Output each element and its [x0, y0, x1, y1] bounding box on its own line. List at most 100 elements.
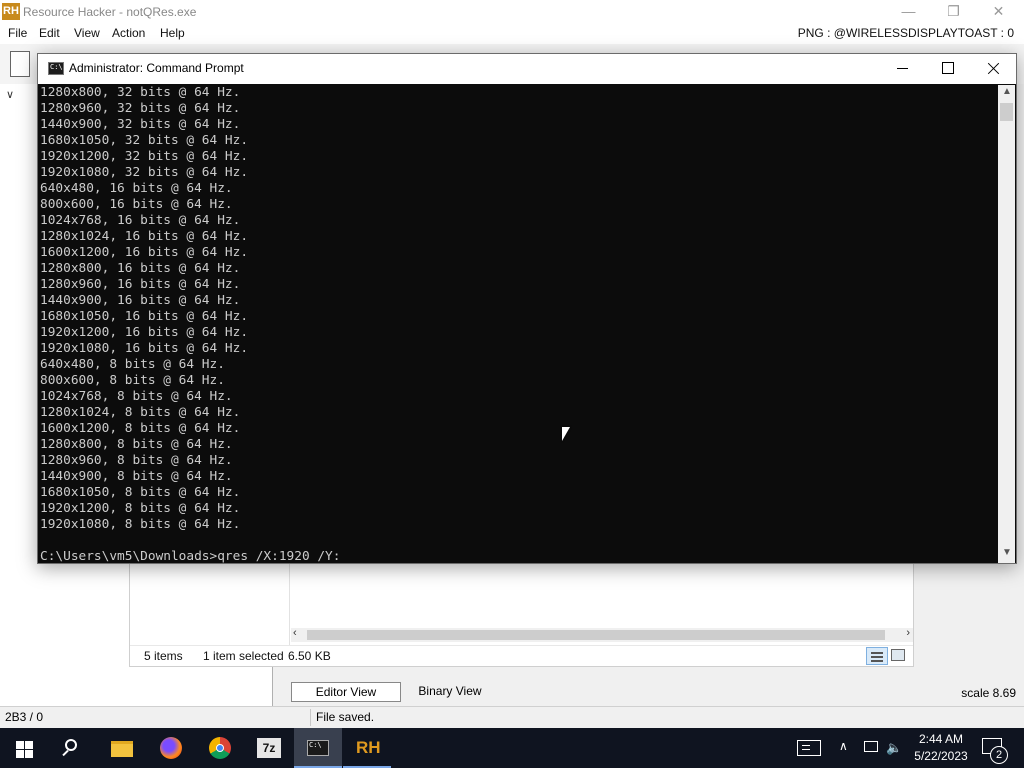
- tree-expand-chevron-icon[interactable]: ∨: [6, 88, 14, 101]
- file-explorer-button[interactable]: [98, 728, 146, 768]
- resource-hacker-menubar: File Edit View Action Help PNG : @WIRELE…: [0, 24, 1024, 44]
- resource-label: PNG : @WIRELESSDISPLAYTOAST : 0: [797, 26, 1014, 40]
- scale-readout: scale 8.69: [961, 686, 1016, 700]
- 7zip-button[interactable]: 7z: [245, 728, 293, 768]
- explorer-item-count: 5 items: [144, 649, 183, 663]
- console-line: 1280x960, 16 bits @ 64 Hz.: [40, 277, 241, 292]
- start-icon: [16, 741, 24, 749]
- command-prompt-title: Administrator: Command Prompt: [69, 61, 244, 75]
- start-button[interactable]: [0, 728, 48, 768]
- chrome-button[interactable]: [196, 728, 244, 768]
- console-line: 1024x768, 8 bits @ 64 Hz.: [40, 389, 233, 404]
- clock[interactable]: 2:44 AM 5/22/2023: [908, 731, 974, 765]
- console-line: 800x600, 8 bits @ 64 Hz.: [40, 373, 225, 388]
- news-and-interests-icon[interactable]: [797, 740, 821, 756]
- console-output[interactable]: 1280x800, 32 bits @ 64 Hz. 1280x960, 32 b…: [40, 85, 998, 563]
- console-line: 1920x1080, 16 bits @ 64 Hz.: [40, 341, 249, 356]
- file-explorer-icon: [111, 741, 133, 757]
- console-line: 1920x1200, 16 bits @ 64 Hz.: [40, 325, 249, 340]
- editor-tab-strip: Editor View Binary View scale 8.69: [274, 680, 1024, 706]
- console-line: 1680x1050, 16 bits @ 64 Hz.: [40, 309, 249, 324]
- console-line: 1024x768, 16 bits @ 64 Hz.: [40, 213, 241, 228]
- status-divider: [310, 709, 311, 726]
- explorer-horizontal-scrollbar[interactable]: ‹ ›: [291, 627, 913, 642]
- taskbar: 7z C:\ RH ∧ 🔈 2:44 AM 5/22/2023 2: [0, 728, 1024, 768]
- clock-time: 2:44 AM: [918, 732, 964, 746]
- console-line: 1920x1080, 8 bits @ 64 Hz.: [40, 517, 241, 532]
- console-line: 1440x900, 16 bits @ 64 Hz.: [40, 293, 241, 308]
- explorer-selection-size: 6.50 KB: [288, 649, 331, 663]
- rh-minimize-button[interactable]: —: [886, 0, 931, 24]
- command-prompt-titlebar[interactable]: C:\ Administrator: Command Prompt: [38, 54, 1016, 84]
- command-prompt-window[interactable]: C:\ Administrator: Command Prompt 1280x8…: [37, 53, 1017, 564]
- console-line: 1440x900, 8 bits @ 64 Hz.: [40, 469, 233, 484]
- search-button[interactable]: [48, 728, 96, 768]
- console-line: 1440x900, 32 bits @ 64 Hz.: [40, 117, 241, 132]
- resource-hacker-taskbar-button[interactable]: RH: [343, 728, 391, 768]
- new-document-icon[interactable]: [10, 51, 30, 77]
- console-line: 1920x1080, 32 bits @ 64 Hz.: [40, 165, 249, 180]
- command-prompt-taskbar-button[interactable]: C:\: [294, 728, 342, 768]
- show-hidden-icons-chevron-icon[interactable]: ∧: [839, 739, 848, 753]
- console-line: 640x480, 16 bits @ 64 Hz.: [40, 181, 233, 196]
- tab-binary-view[interactable]: Binary View: [405, 682, 495, 702]
- console-line: 1920x1200, 32 bits @ 64 Hz.: [40, 149, 249, 164]
- scroll-left-icon[interactable]: ‹: [293, 627, 297, 639]
- large-icons-view-icon[interactable]: [891, 649, 905, 661]
- status-position: 2B3 / 0: [5, 710, 44, 724]
- console-line: C:\Users\vm5\Downloads>qres /X:1920 /Y:: [40, 549, 341, 563]
- console-line: 1280x1024, 16 bits @ 64 Hz.: [40, 229, 249, 244]
- cmd-maximize-button[interactable]: [925, 54, 971, 84]
- scroll-right-icon[interactable]: ›: [906, 627, 910, 639]
- console-line: 1280x960, 32 bits @ 64 Hz.: [40, 101, 241, 116]
- notification-count-badge: 2: [990, 746, 1008, 764]
- scrollbar-thumb[interactable]: [307, 630, 885, 640]
- embedded-explorer-window: ‹ › 5 items 1 item selected 6.50 KB: [129, 560, 914, 667]
- command-prompt-icon: C:\: [48, 62, 64, 75]
- rh-restore-button[interactable]: ❐: [931, 0, 976, 24]
- console-vertical-scrollbar[interactable]: ▲ ▼: [998, 85, 1015, 563]
- menu-help[interactable]: Help: [160, 26, 185, 40]
- mouse-pointer-icon: [562, 427, 570, 441]
- console-line: 1680x1050, 32 bits @ 64 Hz.: [40, 133, 249, 148]
- resource-hacker-icon: RH: [356, 738, 381, 757]
- menu-file[interactable]: File: [8, 26, 27, 40]
- details-view-icon[interactable]: [866, 647, 888, 665]
- cmd-minimize-button[interactable]: [879, 54, 925, 84]
- scroll-down-icon[interactable]: ▼: [1002, 547, 1012, 558]
- console-scrollbar-thumb[interactable]: [1000, 103, 1013, 121]
- command-prompt-taskbar-icon: C:\: [307, 740, 329, 756]
- explorer-selection: 1 item selected: [203, 649, 284, 663]
- console-line: 1920x1200, 8 bits @ 64 Hz.: [40, 501, 241, 516]
- firefox-icon: [160, 737, 182, 759]
- console-line: 1600x1200, 8 bits @ 64 Hz.: [40, 421, 241, 436]
- explorer-statusbar: 5 items 1 item selected 6.50 KB: [130, 645, 913, 666]
- console-line: 1280x800, 32 bits @ 64 Hz.: [40, 85, 241, 100]
- clock-date: 5/22/2023: [914, 749, 968, 763]
- console-line: 1680x1050, 8 bits @ 64 Hz.: [40, 485, 241, 500]
- console-line: 1600x1200, 16 bits @ 64 Hz.: [40, 245, 249, 260]
- rh-close-button[interactable]: ✕: [976, 0, 1021, 24]
- volume-icon[interactable]: 🔈: [886, 740, 902, 756]
- firefox-button[interactable]: [147, 728, 195, 768]
- console-line: 1280x800, 16 bits @ 64 Hz.: [40, 261, 241, 276]
- console-line: 800x600, 16 bits @ 64 Hz.: [40, 197, 233, 212]
- console-line: 1280x1024, 8 bits @ 64 Hz.: [40, 405, 241, 420]
- tab-editor-view[interactable]: Editor View: [291, 682, 401, 702]
- console-line: 1280x960, 8 bits @ 64 Hz.: [40, 453, 233, 468]
- resource-hacker-statusbar: 2B3 / 0 File saved.: [0, 706, 1024, 728]
- 7zip-icon: 7z: [257, 738, 281, 758]
- cmd-close-button[interactable]: [970, 54, 1016, 84]
- network-icon[interactable]: [864, 741, 878, 752]
- scroll-up-icon[interactable]: ▲: [1002, 86, 1012, 97]
- menu-edit[interactable]: Edit: [39, 26, 60, 40]
- resource-hacker-title: Resource Hacker - notQRes.exe: [23, 5, 197, 19]
- menu-view[interactable]: View: [74, 26, 100, 40]
- status-message: File saved.: [316, 710, 375, 724]
- menu-action[interactable]: Action: [112, 26, 145, 40]
- resource-hacker-logo-icon: RH: [2, 3, 20, 20]
- console-line: 1280x800, 8 bits @ 64 Hz.: [40, 437, 233, 452]
- resource-hacker-titlebar[interactable]: RH Resource Hacker - notQRes.exe — ❐ ✕: [0, 0, 1024, 24]
- console-line: 640x480, 8 bits @ 64 Hz.: [40, 357, 225, 372]
